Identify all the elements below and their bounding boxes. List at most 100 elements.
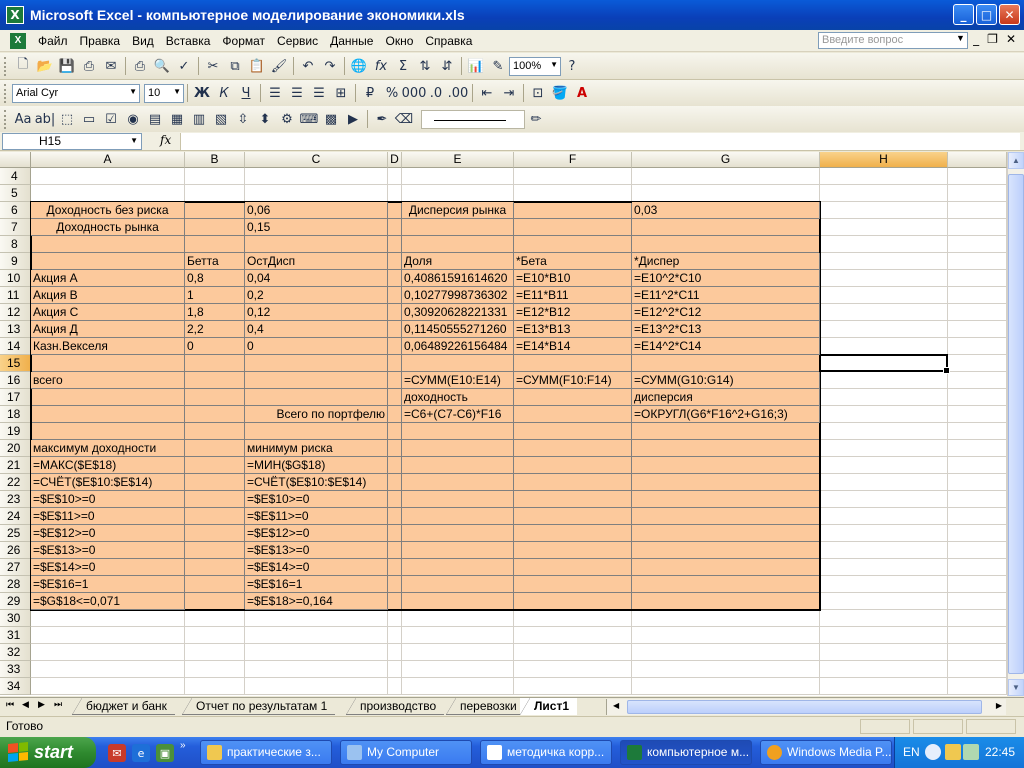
task-button-word[interactable]: методичка корр... (480, 740, 612, 765)
cell-f24[interactable] (514, 508, 632, 525)
cell-h21[interactable] (820, 457, 948, 474)
insert-function-icon[interactable]: fx (370, 56, 392, 77)
toolbar-grip[interactable] (4, 83, 8, 103)
combo-list-icon[interactable]: ▥ (188, 109, 210, 130)
cell-b18[interactable] (185, 406, 245, 423)
column-header-a[interactable]: A (31, 152, 185, 168)
permission-icon[interactable]: ⎙ (78, 56, 100, 77)
cell-g30[interactable] (632, 610, 820, 627)
cell-filler[interactable] (948, 372, 1007, 389)
cell-c13[interactable]: 0,4 (245, 321, 388, 338)
cell-e29[interactable] (402, 593, 514, 610)
format-painter-icon[interactable]: 🖌 (268, 56, 290, 77)
cell-b33[interactable] (185, 661, 245, 678)
spinner-icon[interactable]: ⬍ (254, 109, 276, 130)
cell-filler[interactable] (948, 270, 1007, 287)
cell-b31[interactable] (185, 627, 245, 644)
cell-a30[interactable] (31, 610, 185, 627)
quicklaunch-ie-icon[interactable]: e (132, 744, 150, 762)
cell-f10[interactable]: =E10*B10 (514, 270, 632, 287)
toolbar-grip[interactable] (4, 56, 8, 76)
cell-f30[interactable] (514, 610, 632, 627)
cell-c34[interactable] (245, 678, 388, 695)
column-header-g[interactable]: G (632, 152, 820, 168)
cell-f25[interactable] (514, 525, 632, 542)
menu-insert[interactable]: Вставка (160, 34, 217, 48)
cell-g6[interactable]: 0,03 (632, 202, 820, 219)
cell-c7[interactable]: 0,15 (245, 219, 388, 236)
cell-d25[interactable] (388, 525, 402, 542)
cell-h7[interactable] (820, 219, 948, 236)
cell-f16[interactable]: =СУММ(F10:F14) (514, 372, 632, 389)
cell-f6[interactable] (514, 202, 632, 219)
row-header-15[interactable]: 15 (0, 355, 31, 372)
menu-window[interactable]: Окно (379, 34, 419, 48)
cell-h27[interactable] (820, 559, 948, 576)
cell-d31[interactable] (388, 627, 402, 644)
cell-h11[interactable] (820, 287, 948, 304)
doc-restore-button[interactable]: ❐ (987, 32, 998, 46)
merge-center-icon[interactable]: ⊞ (330, 83, 352, 104)
cell-a14[interactable]: Казн.Векселя (31, 338, 185, 355)
cell-f21[interactable] (514, 457, 632, 474)
cell-a5[interactable] (31, 185, 185, 202)
cell-e8[interactable] (402, 236, 514, 253)
cell-filler[interactable] (948, 593, 1007, 610)
cell-e14[interactable]: 0,06489226156484 (402, 338, 514, 355)
cell-b27[interactable] (185, 559, 245, 576)
sheet-tab-transport[interactable]: перевозки (446, 698, 525, 715)
cell-filler[interactable] (948, 508, 1007, 525)
cell-c5[interactable] (245, 185, 388, 202)
row-header-29[interactable]: 29 (0, 593, 31, 610)
cell-f33[interactable] (514, 661, 632, 678)
cell-h18[interactable] (820, 406, 948, 423)
cell-c31[interactable] (245, 627, 388, 644)
cell-g25[interactable] (632, 525, 820, 542)
cell-g19[interactable] (632, 423, 820, 440)
cell-g22[interactable] (632, 474, 820, 491)
name-box[interactable]: H15 ▼ (2, 133, 142, 150)
cell-a20[interactable]: максимум доходности (31, 440, 185, 457)
cell-h13[interactable] (820, 321, 948, 338)
cell-h20[interactable] (820, 440, 948, 457)
cell-e4[interactable] (402, 168, 514, 185)
cell-f5[interactable] (514, 185, 632, 202)
cell-c30[interactable] (245, 610, 388, 627)
cell-g32[interactable] (632, 644, 820, 661)
cell-h22[interactable] (820, 474, 948, 491)
scroll-up-icon[interactable]: ▲ (1008, 152, 1024, 169)
cell-d17[interactable] (388, 389, 402, 406)
spelling-icon[interactable]: ✓ (173, 56, 195, 77)
cell-d24[interactable] (388, 508, 402, 525)
cell-filler[interactable] (948, 406, 1007, 423)
menu-file[interactable]: Файл (32, 34, 74, 48)
row-header-5[interactable]: 5 (0, 185, 31, 202)
chart-wizard-icon[interactable]: 📊 (465, 56, 487, 77)
column-header-f[interactable]: F (514, 152, 632, 168)
row-header-25[interactable]: 25 (0, 525, 31, 542)
cell-g17[interactable]: дисперсия (632, 389, 820, 406)
cell-c11[interactable]: 0,2 (245, 287, 388, 304)
scroll-right-icon[interactable]: ▶ (996, 701, 1002, 710)
cell-a25[interactable]: =$E$12>=0 (31, 525, 185, 542)
cell-f22[interactable] (514, 474, 632, 491)
cell-d10[interactable] (388, 270, 402, 287)
align-right-icon[interactable]: ☰ (308, 83, 330, 104)
cell-filler[interactable] (948, 202, 1007, 219)
sheet-tab-production[interactable]: производство (346, 698, 445, 715)
cell-b14[interactable]: 0 (185, 338, 245, 355)
row-header-11[interactable]: 11 (0, 287, 31, 304)
cell-e22[interactable] (402, 474, 514, 491)
hyperlink-icon[interactable]: 🌐 (348, 56, 370, 77)
cell-c23[interactable]: =$E$10>=0 (245, 491, 388, 508)
cell-d27[interactable] (388, 559, 402, 576)
cut-icon[interactable]: ✂ (202, 56, 224, 77)
cell-f15[interactable] (514, 355, 632, 372)
zoom-select[interactable]: 100% ▼ (509, 56, 561, 76)
cell-b21[interactable] (185, 457, 245, 474)
cell-b7[interactable] (185, 219, 245, 236)
cell-filler[interactable] (948, 389, 1007, 406)
cell-a32[interactable] (31, 644, 185, 661)
cell-c22[interactable]: =СЧЁТ($E$10:$E$14) (245, 474, 388, 491)
cell-filler[interactable] (948, 678, 1007, 695)
